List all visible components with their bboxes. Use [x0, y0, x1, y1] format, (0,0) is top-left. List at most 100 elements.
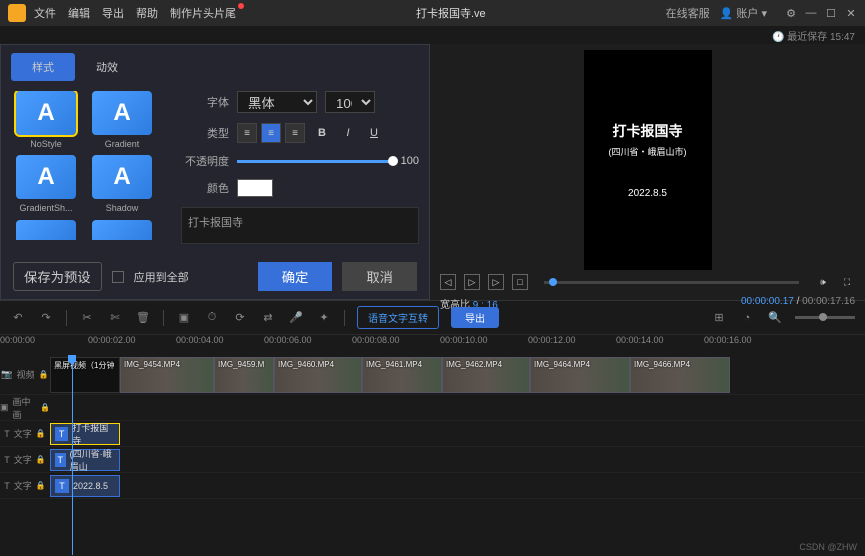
opacity-slider[interactable] [237, 160, 393, 163]
playhead[interactable] [72, 355, 73, 555]
menu-intro-outro[interactable]: 制作片头片尾 [170, 5, 236, 21]
tab-motion[interactable]: 动效 [75, 53, 139, 81]
undo-icon[interactable]: ↶ [10, 310, 26, 326]
mirror-icon[interactable]: ⇄ [260, 310, 276, 326]
crop-icon[interactable]: ▣ [176, 310, 192, 326]
style-preset-more2[interactable] [87, 220, 157, 244]
video-clip[interactable]: 黑屏视频（1分钟 [50, 357, 120, 393]
delete-icon[interactable]: 🗑 [135, 310, 151, 326]
ruler-label: 00:00:06.00 [264, 335, 312, 345]
video-clip[interactable]: IMG_9461.MP4 [362, 357, 442, 393]
align-left-icon[interactable]: ≡ [237, 123, 257, 143]
style-preset-gradientsh[interactable]: A GradientSh... [11, 155, 81, 213]
font-select[interactable]: 黑体 [237, 91, 317, 113]
project-title: 打卡报国寺.ve [236, 5, 666, 21]
text-clip-label: (四川省·峨眉山 [70, 447, 115, 473]
pip-icon: ▣ [0, 402, 9, 413]
split-icon[interactable]: ✂ [79, 310, 95, 326]
lock-icon[interactable]: 🔒 [36, 455, 46, 464]
speed-icon[interactable]: ⏱ [204, 310, 220, 326]
video-clip[interactable]: IMG_9462.MP4 [442, 357, 530, 393]
video-preview[interactable]: 打卡报国寺 (四川省・峨眉山市) 2022.8.5 [440, 50, 855, 270]
next-frame-icon[interactable]: ▷ [488, 274, 504, 290]
titlebar: 文件 编辑 导出 帮助 制作片头片尾 打卡报国寺.ve 在线客服 👤 账户 ▾ … [0, 0, 865, 26]
zoom-icon[interactable]: 🔍 [767, 310, 783, 326]
export-button[interactable]: 导出 [451, 307, 499, 328]
style-preset-gradient[interactable]: A Gradient [87, 91, 157, 149]
tab-style[interactable]: 样式 [11, 53, 75, 81]
timeline-ruler[interactable]: 00:00:0000:00:02.0000:00:04.0000:00:06.0… [0, 335, 865, 355]
align-right-icon[interactable]: ≡ [285, 123, 305, 143]
color-picker[interactable] [237, 179, 273, 197]
menu-help[interactable]: 帮助 [136, 5, 158, 21]
preview-subtitle-text: (四川省・峨眉山市) [609, 145, 687, 158]
ruler-label: 00:00:04.00 [176, 335, 224, 345]
video-clip[interactable]: IMG_9454.MP4 [120, 357, 214, 393]
zoom-slider[interactable] [795, 316, 855, 319]
text-icon: T [4, 429, 10, 439]
cancel-button[interactable]: 取消 [342, 262, 417, 291]
watermark: CSDN @ZHW [799, 542, 857, 552]
bold-button[interactable]: B [313, 127, 331, 139]
menu-edit[interactable]: 编辑 [68, 5, 90, 21]
prev-frame-icon[interactable]: ◁ [440, 274, 456, 290]
ruler-label: 00:00:14.00 [616, 335, 664, 345]
voice-convert-button[interactable]: 语音文字互转 [357, 306, 439, 329]
menu-export[interactable]: 导出 [102, 5, 124, 21]
text-input-preview[interactable]: 打卡报国寺 [181, 207, 419, 244]
ruler-label: 00:00:16.00 [704, 335, 752, 345]
maximize-icon[interactable]: ☐ [825, 7, 837, 19]
marker-icon[interactable]: ◔ [739, 310, 755, 326]
style-preset-shadow[interactable]: A Shadow [87, 155, 157, 213]
font-size-select[interactable]: 100 [325, 91, 375, 113]
text-clip-icon: T [55, 453, 66, 467]
play-icon[interactable]: ▷ [464, 274, 480, 290]
ruler-label: 00:00:08.00 [352, 335, 400, 345]
underline-button[interactable]: U [365, 127, 383, 139]
volume-icon[interactable]: 🕪 [815, 274, 831, 290]
close-icon[interactable]: ✕ [845, 7, 857, 19]
style-preset-nostyle[interactable]: A NoStyle [11, 91, 81, 149]
video-clip[interactable]: IMG_9460.MP4 [274, 357, 362, 393]
lock-icon[interactable]: 🔒 [39, 370, 49, 379]
video-clip[interactable]: IMG_9466.MP4 [630, 357, 730, 393]
account-link[interactable]: 👤 账户 ▾ [720, 5, 767, 21]
italic-button[interactable]: I [339, 127, 357, 139]
video-track: 📷视频🔒 黑屏视频（1分钟IMG_9454.MP4IMG_9459.MIMG_9… [0, 355, 865, 395]
save-preset-button[interactable]: 保存为预设 [13, 262, 102, 291]
audio-icon[interactable]: 🎤 [288, 310, 304, 326]
effect-icon[interactable]: ✦ [316, 310, 332, 326]
apply-all-label: 应用到全部 [134, 269, 189, 285]
video-clip[interactable]: IMG_9464.MP4 [530, 357, 630, 393]
app-logo[interactable] [8, 4, 26, 22]
stop-icon[interactable]: □ [512, 274, 528, 290]
fullscreen-icon[interactable]: ⛶ [839, 274, 855, 290]
confirm-button[interactable]: 确定 [258, 262, 333, 291]
camera-icon: 📷 [1, 369, 12, 380]
menu-file[interactable]: 文件 [34, 5, 56, 21]
text-clip-icon: T [55, 479, 69, 493]
progress-bar[interactable] [544, 281, 799, 284]
main-menu: 文件 编辑 导出 帮助 制作片头片尾 [34, 5, 236, 21]
text-clip[interactable]: T2022.8.5 [50, 475, 120, 497]
text-clip-icon: T [55, 427, 68, 441]
ruler-label: 00:00:10.00 [440, 335, 488, 345]
lock-icon[interactable]: 🔒 [36, 481, 46, 490]
online-service-link[interactable]: 在线客服 [666, 5, 710, 21]
rotate-icon[interactable]: ⟳ [232, 310, 248, 326]
snap-icon[interactable]: ⊞ [711, 310, 727, 326]
apply-all-checkbox[interactable] [112, 271, 124, 283]
cut-icon[interactable]: ✄ [107, 310, 123, 326]
lock-icon[interactable]: 🔒 [40, 403, 50, 412]
text-clip[interactable]: T打卡报国寺 [50, 423, 120, 445]
text-clip[interactable]: T (四川省·峨眉山 [50, 449, 120, 471]
settings-icon[interactable]: ⚙ [785, 7, 797, 19]
video-clip[interactable]: IMG_9459.M [214, 357, 274, 393]
align-center-icon[interactable]: ≡ [261, 123, 281, 143]
text-track-1: T文字🔒 T打卡报国寺 [0, 421, 865, 447]
minimize-icon[interactable]: — [805, 7, 817, 19]
lock-icon[interactable]: 🔒 [36, 429, 46, 438]
style-preset-more1[interactable] [11, 220, 81, 244]
redo-icon[interactable]: ↷ [38, 310, 54, 326]
color-label: 颜色 [181, 180, 229, 196]
